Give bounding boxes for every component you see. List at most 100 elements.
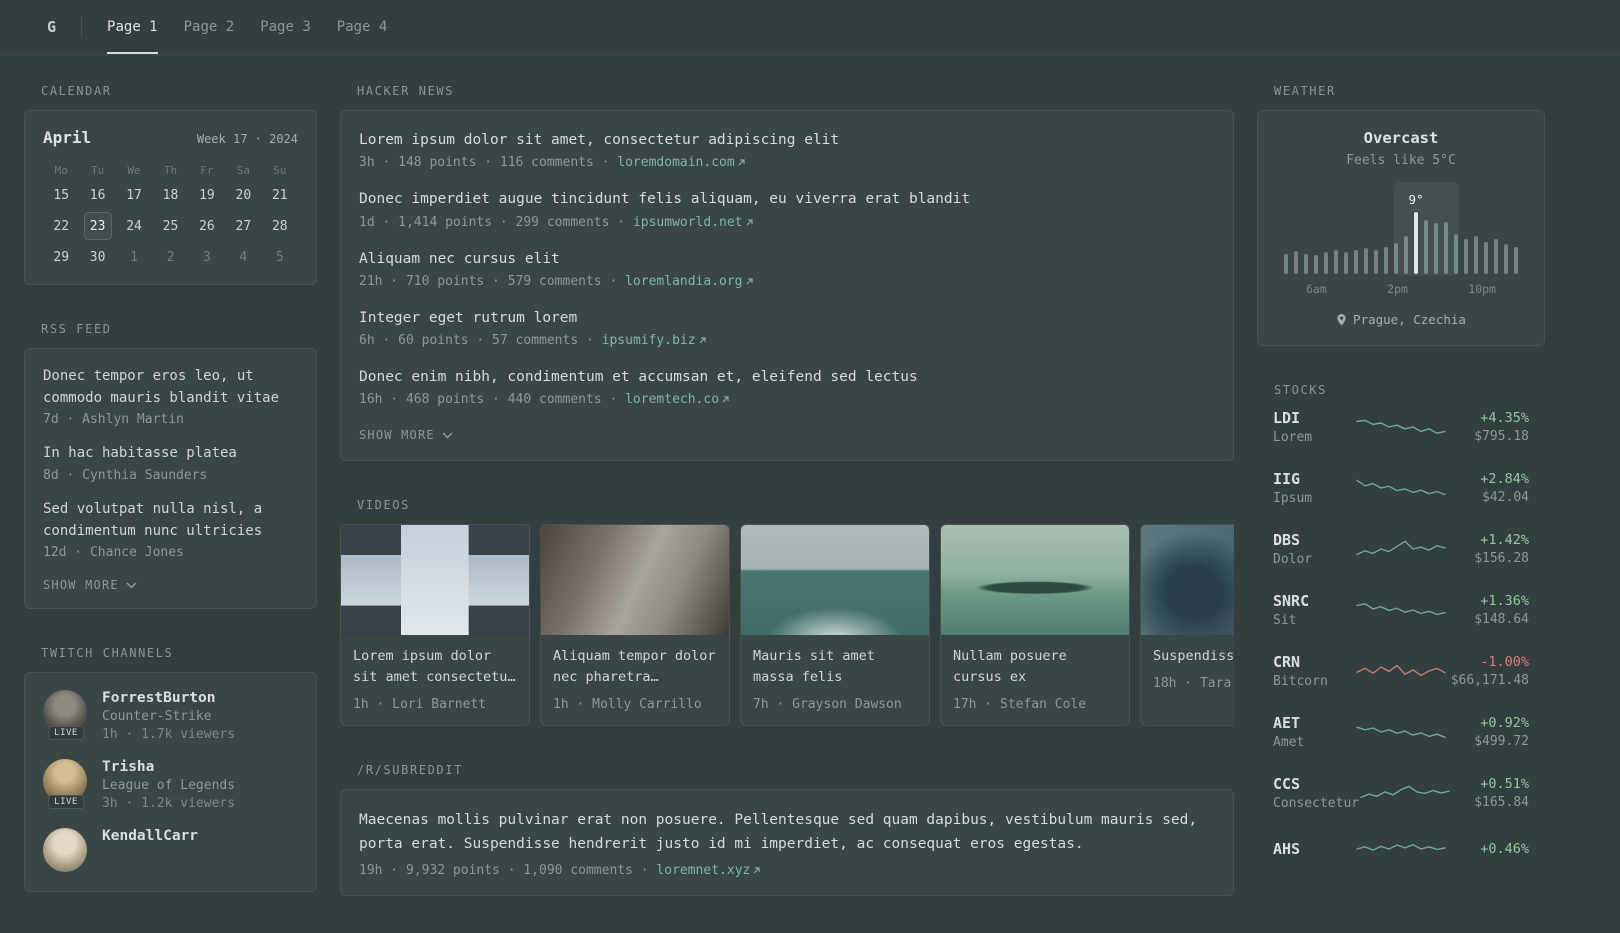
stock-price: $165.84	[1474, 795, 1529, 810]
weather-location[interactable]: Prague, Czechia	[1274, 312, 1528, 327]
story-domain-link[interactable]: loremlandia.org	[625, 274, 753, 289]
external-link-icon	[699, 337, 706, 344]
stock-symbol-block: AHS	[1273, 840, 1355, 858]
videos-row: Lorem ipsum dolor sit amet consectetu… 1h…	[340, 524, 1234, 727]
story-domain-link[interactable]: loremdomain.com	[617, 155, 745, 170]
stock-change: +0.46%	[1480, 841, 1529, 857]
calendar-card: April Week 17 · 2024 Mo Tu We Th Fr Sa Su 15 16…	[24, 110, 317, 285]
weekday-label: Th	[163, 163, 178, 177]
nav-tab[interactable]: Page 4	[337, 0, 388, 54]
weather-bar-column	[1304, 254, 1308, 274]
stock-ticker: CCS	[1273, 775, 1301, 793]
story-domain-link[interactable]: loremtech.co	[625, 392, 730, 407]
story-title[interactable]: Aliquam nec cursus elit	[359, 249, 1215, 269]
stock-price: $66,171.48	[1450, 673, 1529, 688]
story-domain-link[interactable]: ipsumworld.net	[633, 215, 754, 230]
video-title: Mauris sit amet massa felis	[753, 648, 875, 686]
post-meta-text: 19h · 9,932 points · 1,090 comments ·	[359, 862, 657, 878]
hackernews-show-more-button[interactable]: SHOW MORE	[359, 428, 453, 442]
video-card[interactable]: Lorem ipsum dolor sit amet consectetu… 1h…	[340, 524, 530, 727]
stock-values: +4.35% $795.18	[1447, 410, 1529, 444]
weather-bar-column	[1444, 222, 1448, 274]
calendar-day: 25	[162, 218, 179, 234]
twitch-list: LIVE ForrestBurton Counter-Strike 1h · 1.7k…	[43, 690, 298, 873]
video-thumbnail	[341, 525, 529, 636]
weather-chart: 9°	[1280, 182, 1522, 276]
weather-time-labels: 6am 2pm 10pm	[1274, 282, 1528, 296]
video-card[interactable]: Aliquam tempor dolor nec pharetra… 1h · M…	[540, 524, 730, 727]
calendar-header: April Week 17 · 2024	[43, 128, 298, 147]
channel-name[interactable]: ForrestBurton	[102, 690, 235, 706]
stock-name: Consectetur	[1273, 796, 1360, 811]
stock-row[interactable]: AHS +0.46%	[1257, 836, 1545, 862]
stock-row[interactable]: CCS Consectetur +0.51% $165.84	[1257, 775, 1545, 811]
story-title[interactable]: Donec imperdiet augue tincidunt felis al…	[359, 189, 1215, 209]
stock-symbol-block: IIG Ipsum	[1273, 470, 1355, 506]
stock-chart	[1359, 780, 1451, 806]
stock-row[interactable]: DBS Dolor +1.42% $156.28	[1257, 531, 1545, 567]
subreddit-widget-title: /R/SUBREDDIT	[357, 763, 463, 778]
rss-item-title[interactable]: Donec tempor eros leo, ut commodo mauris…	[43, 366, 298, 409]
weather-bar	[1504, 244, 1508, 274]
hackernews-item: Lorem ipsum dolor sit amet, consectetur …	[359, 130, 1215, 170]
stock-price: $148.64	[1474, 612, 1529, 627]
post-domain-link[interactable]: loremnet.xyz	[656, 863, 761, 878]
stock-row[interactable]: SNRC Sit +1.36% $148.64	[1257, 592, 1545, 628]
stock-name: Ipsum	[1273, 491, 1313, 506]
stock-sparkline	[1356, 419, 1446, 434]
app-logo: G	[47, 18, 57, 36]
weather-bar	[1424, 220, 1428, 274]
post-meta: 19h · 9,932 points · 1,090 comments · lo…	[359, 863, 1215, 878]
calendar-day: 26	[199, 218, 215, 234]
twitch-channel[interactable]: LIVE ForrestBurton Counter-Strike 1h · 1.7k…	[43, 690, 298, 742]
channel-name[interactable]: KendallCarr	[102, 828, 198, 844]
stock-change: -1.00%	[1480, 654, 1529, 670]
story-domain-link[interactable]: ipsumify.biz	[602, 333, 707, 348]
video-meta: 1h · Lori Barnett	[353, 697, 487, 713]
weekday-label: Tu	[91, 163, 105, 177]
weather-bar-column	[1454, 234, 1458, 274]
videos-widget: VIDEOS Lorem ipsum dolor sit amet consec…	[340, 498, 1234, 727]
nav-tab[interactable]: Page 3	[260, 0, 311, 54]
rss-item-title[interactable]: In hac habitasse platea	[43, 443, 298, 465]
calendar-month: April	[43, 128, 92, 147]
twitch-channel[interactable]: LIVE Trisha League of Legends 3h · 1.2k vie…	[43, 759, 298, 811]
external-link-icon	[746, 218, 753, 226]
nav-tab[interactable]: Page 2	[184, 0, 235, 54]
video-card[interactable]: Mauris sit amet massa felis 7h · Grayson …	[740, 524, 930, 727]
calendar-day: 17	[126, 187, 142, 203]
video-thumbnail	[1141, 525, 1234, 636]
calendar-day: 21	[271, 187, 288, 203]
story-title[interactable]: Integer eget rutrum lorem	[359, 308, 1215, 328]
weather-bar	[1484, 242, 1488, 274]
weather-bar-column	[1514, 247, 1518, 274]
hackernews-item: Donec imperdiet augue tincidunt felis al…	[359, 189, 1215, 229]
video-card[interactable]: Nullam posuere cursus ex 17h · Stefan Col…	[940, 524, 1130, 727]
subreddit-card: Maecenas mollis pulvinar erat non posuer…	[340, 789, 1234, 896]
stock-row[interactable]: CRN Bitcorn -1.00% $66,171.48	[1257, 653, 1545, 689]
nav-tab[interactable]: Page 1	[107, 0, 158, 54]
stock-ticker: LDI	[1273, 409, 1301, 427]
weather-bar	[1364, 248, 1368, 274]
rss-item-title[interactable]: Sed volutpat nulla nisl, a condimentum n…	[43, 499, 298, 542]
calendar-widget-title: CALENDAR	[41, 84, 112, 98]
rss-show-more-button[interactable]: SHOW MORE	[43, 578, 137, 592]
video-card[interactable]: Suspendisse diam 18h · Tara	[1140, 524, 1234, 727]
stock-row[interactable]: AET Amet +0.92% $499.72	[1257, 714, 1545, 750]
story-title[interactable]: Lorem ipsum dolor sit amet, consectetur …	[359, 130, 1215, 150]
stock-row[interactable]: IIG Ipsum +2.84% $42.04	[1257, 470, 1545, 506]
story-title[interactable]: Donec enim nibh, condimentum et accumsan…	[359, 367, 1215, 387]
stock-symbol-block: SNRC Sit	[1273, 592, 1355, 628]
story-meta: 3h · 148 points · 116 comments · loremdo…	[359, 155, 1215, 170]
channel-name[interactable]: Trisha	[102, 759, 235, 775]
weather-bar-column	[1504, 244, 1508, 274]
twitch-channel[interactable]: KendallCarr	[43, 828, 298, 873]
stock-row[interactable]: LDI Lorem +4.35% $795.18	[1257, 409, 1545, 445]
avatar-image	[43, 828, 87, 873]
weekday-label: Fr	[200, 163, 214, 177]
weather-bar-column	[1494, 239, 1498, 274]
post-text[interactable]: Maecenas mollis pulvinar erat non posuer…	[359, 809, 1215, 855]
story-meta: 16h · 468 points · 440 comments · loremt…	[359, 392, 1215, 407]
weather-feels-like: Feels like 5°C	[1346, 153, 1456, 168]
channel-info: KendallCarr	[102, 828, 198, 844]
